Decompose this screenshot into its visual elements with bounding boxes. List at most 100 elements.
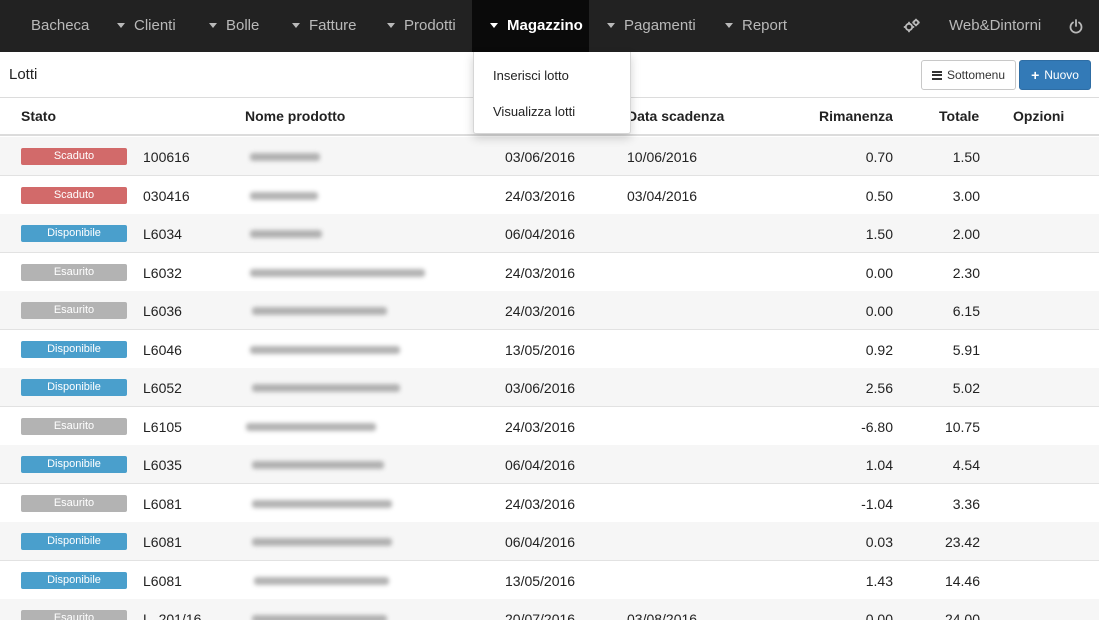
table-row[interactable]: Disponibile L6081 13/05/2016 1.43 14.46: [0, 560, 1099, 600]
expiry-date: 03/08/2016: [627, 611, 698, 620]
total-value: 1.50: [952, 149, 980, 165]
status-badge: Disponibile: [21, 379, 127, 396]
header-expiry[interactable]: Data scadenza: [627, 108, 724, 124]
remaining-value: 0.00: [865, 264, 893, 281]
total-value: 24.00: [944, 611, 980, 620]
redacted-product-name: [252, 384, 400, 392]
status-badge: Esaurito: [21, 494, 127, 512]
table-row[interactable]: Disponibile L6046 13/05/2016 0.92 5.91: [0, 329, 1099, 369]
redacted-product-name: [252, 538, 392, 546]
new-label: Nuovo: [1044, 68, 1079, 82]
user-menu[interactable]: Web&Dintorni: [949, 0, 1041, 52]
table-row[interactable]: Scaduto 030416 24/03/2016 03/04/2016 0.50 3.0…: [0, 175, 1099, 215]
top-navbar: Bacheca Clienti Bolle Fatture Prodotti M…: [0, 0, 1099, 52]
new-button[interactable]: + Nuovo: [1019, 60, 1091, 90]
nav-item-clienti[interactable]: Clienti: [117, 0, 176, 52]
nav-label: Report: [742, 17, 788, 34]
caret-down-icon: [490, 22, 498, 28]
total-value: 3.36: [952, 495, 980, 512]
remaining-value: 0.92: [865, 341, 893, 358]
lot-code: L6105: [143, 418, 182, 435]
remaining-value: 1.43: [865, 572, 893, 589]
total-value: 14.46: [944, 572, 980, 589]
lot-code: L6081: [143, 572, 182, 589]
table-row[interactable]: Disponibile L6081 06/04/2016 0.03 23.42: [0, 522, 1099, 561]
lot-code: L6036: [143, 303, 182, 319]
status-badge: Esaurito: [21, 610, 127, 620]
menu-item-inserisci-lotto[interactable]: Inserisci lotto: [493, 68, 569, 83]
status-badge: Scaduto: [21, 186, 127, 204]
menu-icon: [931, 70, 942, 80]
lot-code: L6081: [143, 534, 182, 550]
redacted-product-name: [250, 345, 400, 354]
lot-date: 24/03/2016: [505, 187, 576, 204]
total-value: 6.15: [952, 303, 980, 319]
nav-item-bacheca[interactable]: Bacheca: [31, 0, 89, 52]
table-row[interactable]: Esaurito L6032 24/03/2016 0.00 2.30: [0, 252, 1099, 292]
lot-code: L6052: [143, 380, 182, 396]
nav-label: Pagamenti: [624, 17, 696, 34]
expiry-date: 10/06/2016: [627, 149, 698, 165]
remaining-value: 2.56: [865, 380, 893, 396]
nav-item-prodotti[interactable]: Prodotti: [387, 0, 456, 52]
menu-item-visualizza-lotti[interactable]: Visualizza lotti: [493, 104, 575, 119]
header-remaining[interactable]: Rimanenza: [819, 108, 893, 124]
table-row[interactable]: Esaurito L6036 24/03/2016 0.00 6.15: [0, 291, 1099, 330]
header-total[interactable]: Totale: [939, 108, 979, 124]
nav-item-report[interactable]: Report: [725, 0, 787, 52]
gears-icon[interactable]: [900, 0, 924, 52]
table-row[interactable]: Scaduto 100616 03/06/2016 10/06/2016 0.70 1.5…: [0, 137, 1099, 176]
nav-label: Prodotti: [404, 17, 456, 34]
lot-date: 13/05/2016: [505, 341, 576, 358]
status-badge: Esaurito: [21, 302, 127, 319]
lot-code: L6034: [143, 226, 182, 242]
lot-date: 24/03/2016: [505, 303, 576, 319]
submenu-button[interactable]: Sottomenu: [921, 60, 1016, 90]
lot-date: 20/07/2016: [505, 611, 576, 620]
status-badge: Scaduto: [21, 148, 127, 165]
lot-code: 030416: [143, 187, 190, 204]
total-value: 23.42: [944, 534, 980, 550]
magazzino-dropdown: Inserisci lotto Visualizza lotti: [473, 52, 631, 134]
redacted-product-name: [250, 191, 318, 200]
redacted-product-name: [252, 307, 387, 315]
nav-item-pagamenti[interactable]: Pagamenti: [607, 0, 696, 52]
lot-code: 100616: [143, 149, 190, 165]
redacted-product-name: [250, 230, 322, 238]
header-product[interactable]: Nome prodotto: [245, 108, 345, 124]
nav-item-fatture[interactable]: Fatture: [292, 0, 357, 52]
nav-label: Magazzino: [507, 17, 583, 34]
status-badge: Disponibile: [21, 456, 127, 473]
redacted-product-name: [254, 576, 389, 585]
submenu-label: Sottomenu: [946, 68, 1006, 82]
nav-label: Clienti: [134, 17, 176, 34]
total-value: 5.91: [952, 341, 980, 358]
caret-down-icon: [607, 22, 615, 28]
status-badge: Disponibile: [21, 571, 127, 589]
remaining-value: 1.50: [865, 226, 893, 242]
table-row[interactable]: Esaurito L6081 24/03/2016 -1.04 3.36: [0, 483, 1099, 523]
header-options: Opzioni: [1013, 108, 1065, 124]
caret-down-icon: [292, 22, 300, 28]
nav-label: Fatture: [309, 17, 357, 34]
redacted-product-name: [252, 499, 392, 508]
remaining-value: 0.00: [865, 303, 893, 319]
nav-item-magazzino[interactable]: Magazzino: [472, 0, 589, 52]
lot-code: L6032: [143, 264, 182, 281]
redacted-product-name: [252, 461, 384, 469]
header-status[interactable]: Stato: [21, 108, 56, 124]
remaining-value: 0.70: [865, 149, 893, 165]
nav-item-bolle[interactable]: Bolle: [209, 0, 259, 52]
table-row[interactable]: Esaurito L6105 24/03/2016 -6.80 10.75: [0, 406, 1099, 446]
table-row[interactable]: Disponibile L6035 06/04/2016 1.04 4.54: [0, 445, 1099, 484]
redacted-product-name: [250, 153, 320, 161]
remaining-value: 0.50: [865, 187, 893, 204]
power-icon[interactable]: [1065, 0, 1087, 52]
table-row[interactable]: Disponibile L6034 06/04/2016 1.50 2.00: [0, 214, 1099, 253]
table-row[interactable]: Disponibile L6052 03/06/2016 2.56 5.02: [0, 368, 1099, 407]
remaining-value: -1.04: [861, 495, 893, 512]
lot-date: 13/05/2016: [505, 572, 576, 589]
redacted-product-name: [250, 268, 425, 277]
table-row[interactable]: Esaurito L_201/16 20/07/2016 03/08/2016 0.00…: [0, 599, 1099, 620]
redacted-product-name: [252, 615, 387, 620]
